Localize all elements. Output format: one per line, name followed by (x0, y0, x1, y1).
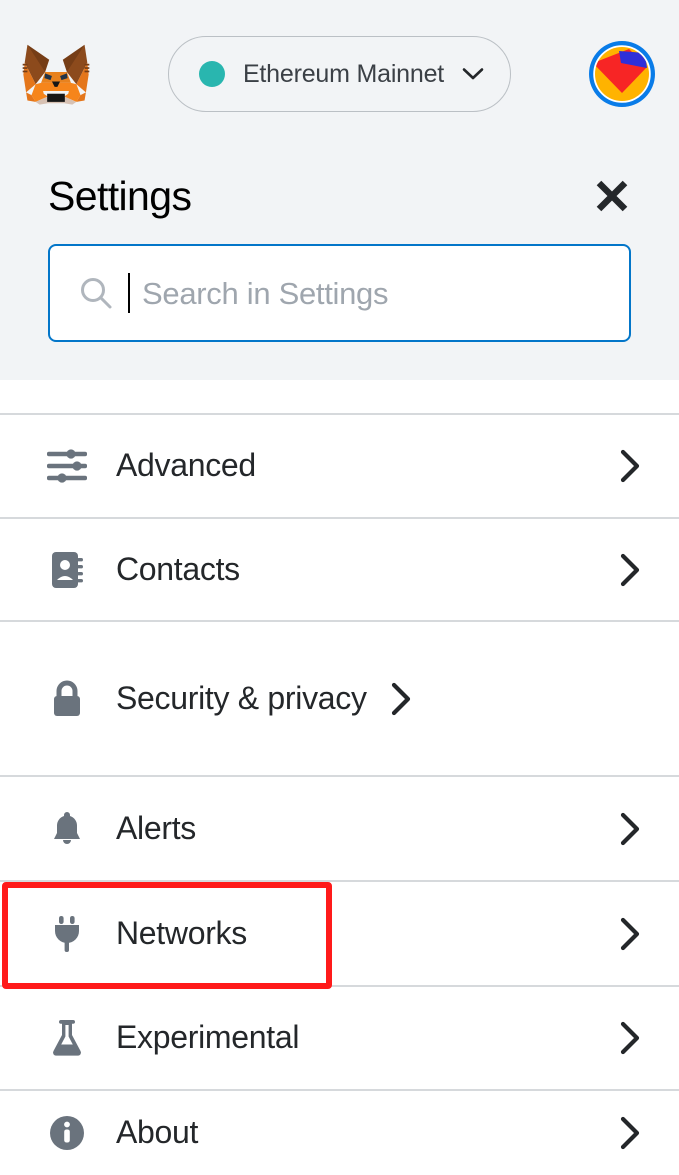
settings-row-label: Advanced (116, 447, 256, 484)
settings-row-label: Networks (116, 914, 247, 951)
address-book-icon (46, 547, 88, 593)
chevron-down-icon (462, 68, 484, 80)
settings-row-advanced[interactable]: Advanced (0, 415, 679, 519)
settings-row-contacts[interactable]: Contacts (0, 519, 679, 622)
chevron-right-icon (620, 553, 640, 586)
chevron-right-icon (620, 1021, 640, 1055)
metamask-fox-logo[interactable] (22, 42, 90, 106)
chevron-right-icon (620, 917, 640, 950)
search-input[interactable]: Search in Settings (142, 278, 389, 309)
flask-icon (46, 1015, 88, 1061)
settings-title-row: Settings (32, 148, 647, 244)
app-header-bar: Ethereum Mainnet (0, 0, 679, 148)
account-identicon-avatar[interactable] (588, 41, 655, 107)
text-caret (128, 273, 130, 313)
settings-row-label: Security & privacy (116, 679, 367, 716)
search-icon (81, 278, 112, 309)
close-button[interactable] (591, 175, 633, 217)
bell-icon (46, 806, 88, 852)
settings-row-label: Experimental (116, 1019, 300, 1056)
chevron-right-icon (620, 1116, 640, 1150)
close-icon (596, 180, 628, 212)
settings-row-label: Contacts (116, 550, 240, 587)
settings-row-partial[interactable] (0, 380, 679, 415)
info-circle-icon (46, 1110, 88, 1156)
lock-icon (46, 676, 88, 722)
metamask-settings-window: Ethereum Mainnet Settings Search in Sett… (0, 0, 679, 1175)
settings-row-label: About (116, 1114, 199, 1151)
network-status-dot (198, 61, 225, 87)
settings-row-label: Alerts (116, 809, 196, 846)
chevron-right-icon (391, 682, 411, 715)
plug-icon (46, 911, 88, 957)
search-input-container[interactable]: Search in Settings (48, 244, 631, 342)
network-selector[interactable]: Ethereum Mainnet (167, 36, 512, 112)
settings-row-security-privacy[interactable]: Security & privacy (0, 622, 679, 777)
settings-row-networks[interactable]: Networks (0, 882, 679, 987)
sliders-icon (46, 443, 88, 489)
settings-menu-list[interactable]: Advanced Contacts Security & privacy Ale… (0, 380, 679, 1175)
network-name-label: Ethereum Mainnet (242, 59, 445, 88)
settings-row-alerts[interactable]: Alerts (0, 777, 679, 882)
page-title: Settings (48, 172, 192, 219)
chevron-right-icon (620, 449, 640, 483)
settings-row-experimental[interactable]: Experimental (0, 987, 679, 1091)
settings-row-about[interactable]: About (0, 1091, 679, 1175)
chevron-right-icon (620, 812, 640, 845)
general-icon (46, 380, 88, 384)
settings-header: Settings Search in Settings (0, 148, 679, 380)
